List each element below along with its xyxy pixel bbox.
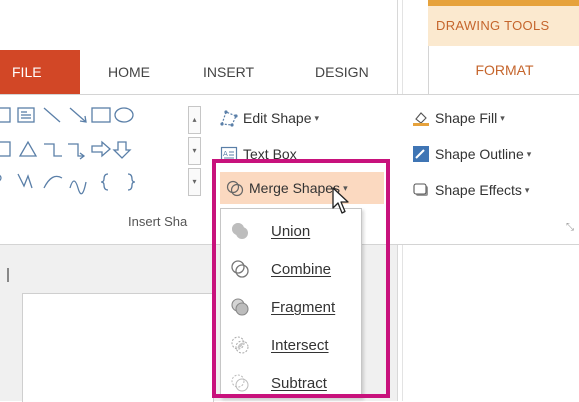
shape-effects-button[interactable]: Shape Effects ▾ [412,178,529,202]
shape-outline-button[interactable]: Shape Outline ▾ [412,142,531,166]
gallery-scroll-controls: ▴ ▾ ▾ [188,106,202,198]
tab-file[interactable]: FILE [0,50,80,94]
right-pane [403,245,579,401]
text-caret [7,268,9,282]
pen-outline-icon [413,146,429,162]
oval-shape-icon [114,107,134,123]
shape-fill-label: Shape Fill [435,110,498,126]
elbow-connector-icon [44,143,62,157]
gallery-scroll-down-button[interactable]: ▾ [188,137,201,165]
line-shape-icon [43,107,61,123]
right-arrow-shape-icon [91,140,111,158]
tab-format[interactable]: FORMAT [428,46,579,94]
drawing-tools-label: DRAWING TOOLS [428,6,579,46]
shape-effects-icon [413,183,428,196]
chevron-down-icon: ▾ [314,112,320,123]
edit-shape-label: Edit Shape [243,110,312,126]
shapes-gallery-icons [0,107,136,195]
arrow-line-shape-icon [69,107,87,123]
edit-shape-icon [220,110,238,127]
insert-shapes-group-label: Insert Sha [128,214,188,229]
dialog-launcher-icon[interactable]: ⤡ [566,222,574,233]
shape-effects-label: Shape Effects [435,182,522,198]
tab-insert[interactable]: INSERT [203,50,254,94]
paint-bucket-icon [413,112,429,126]
gallery-more-button[interactable]: ▾ [188,168,201,196]
svg-text:A: A [223,150,228,158]
chevron-down-icon: ▾ [526,148,532,159]
rectangle-shape-icon [0,107,11,123]
shapes-gallery[interactable] [0,104,200,200]
rectangle-shape-icon [91,107,111,123]
chevron-down-icon: ▾ [500,112,505,123]
chevron-down-icon: ▾ [524,184,530,195]
shape-fill-button[interactable]: Shape Fill ▾ [412,106,505,130]
shape-outline-label: Shape Outline [435,146,524,162]
mouse-pointer-icon [332,187,349,214]
down-arrow-shape-icon [112,141,132,159]
tab-design[interactable]: DESIGN [315,50,369,94]
callout-highlight-box [212,159,390,398]
tab-home[interactable]: HOME [108,50,150,94]
gallery-scroll-up-button[interactable]: ▴ [188,106,201,134]
slide-canvas[interactable] [22,293,214,402]
triangle-shape-icon [18,140,38,157]
edit-shape-button[interactable]: Edit Shape ▾ [220,106,319,130]
brace-shape-icon [100,173,109,191]
